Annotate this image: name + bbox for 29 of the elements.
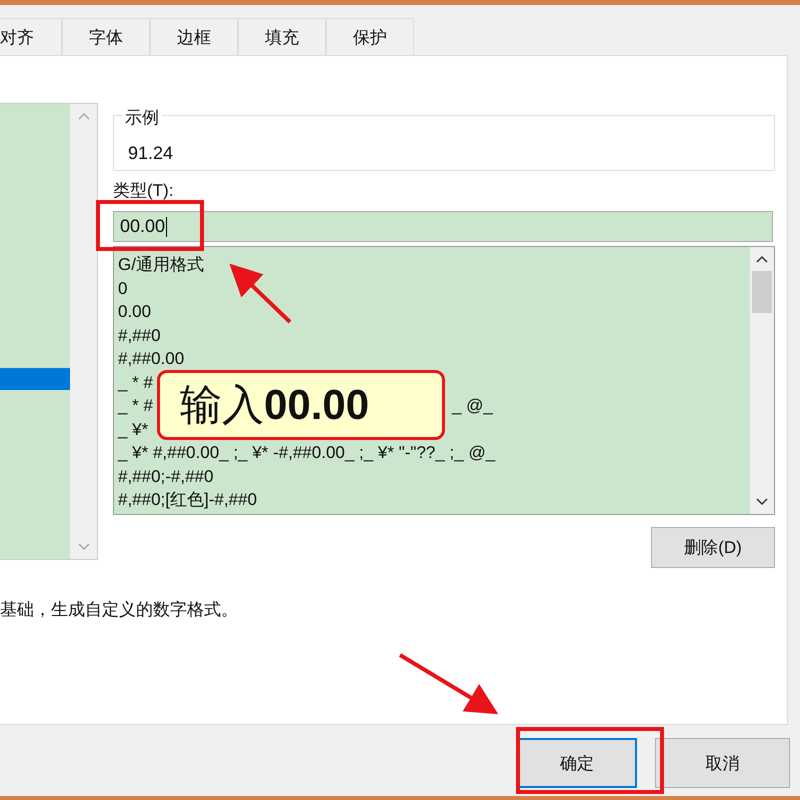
format-item[interactable]: G/通用格式 <box>118 253 204 276</box>
scroll-down-icon[interactable] <box>756 498 768 506</box>
scrollbar-thumb[interactable] <box>752 271 772 313</box>
description-text: 基础，生成自定义的数字格式。 <box>0 599 239 621</box>
type-input-field[interactable]: 00.00 <box>113 211 773 242</box>
format-item[interactable]: _ ¥* <box>118 418 148 441</box>
tab[interactable]: 字体 <box>62 18 150 55</box>
format-item[interactable]: 0 <box>118 276 128 300</box>
format-item[interactable]: #,##0;[红色]-#,##0 <box>118 488 257 512</box>
tab[interactable]: 对齐 <box>0 18 62 55</box>
sample-value: 91.24 <box>128 143 174 164</box>
arrow <box>229 264 292 324</box>
format-item[interactable]: _ * # <box>118 394 153 418</box>
format-item[interactable]: _ * # <box>118 370 153 394</box>
format-item-tail: _ @_ <box>452 395 493 417</box>
tab[interactable]: 边框 <box>150 18 238 55</box>
delete-button[interactable]: 删除(D) <box>651 527 775 568</box>
type-label: 类型(T): <box>113 181 174 201</box>
scroll-up-icon[interactable] <box>756 255 768 263</box>
format-item[interactable]: #,##0.00 <box>118 347 184 370</box>
format-item[interactable]: #,##0;-#,##0 <box>118 464 214 488</box>
format-item[interactable]: _ ¥* #,##0.00_ ;_ ¥* -#,##0.00_ ;_ ¥* "-"??_ ;_ @_ <box>118 441 496 464</box>
ok-button[interactable]: 确定 <box>517 738 637 788</box>
format-item[interactable]: #,##0 <box>118 324 161 347</box>
cancel-button[interactable]: 取消 <box>655 738 790 788</box>
tab[interactable]: 保护 <box>326 18 414 55</box>
tab[interactable]: 填充 <box>238 18 326 55</box>
callout-tooltip: 输入00.00 <box>157 370 445 440</box>
format-item[interactable]: 0.00 <box>118 300 152 324</box>
